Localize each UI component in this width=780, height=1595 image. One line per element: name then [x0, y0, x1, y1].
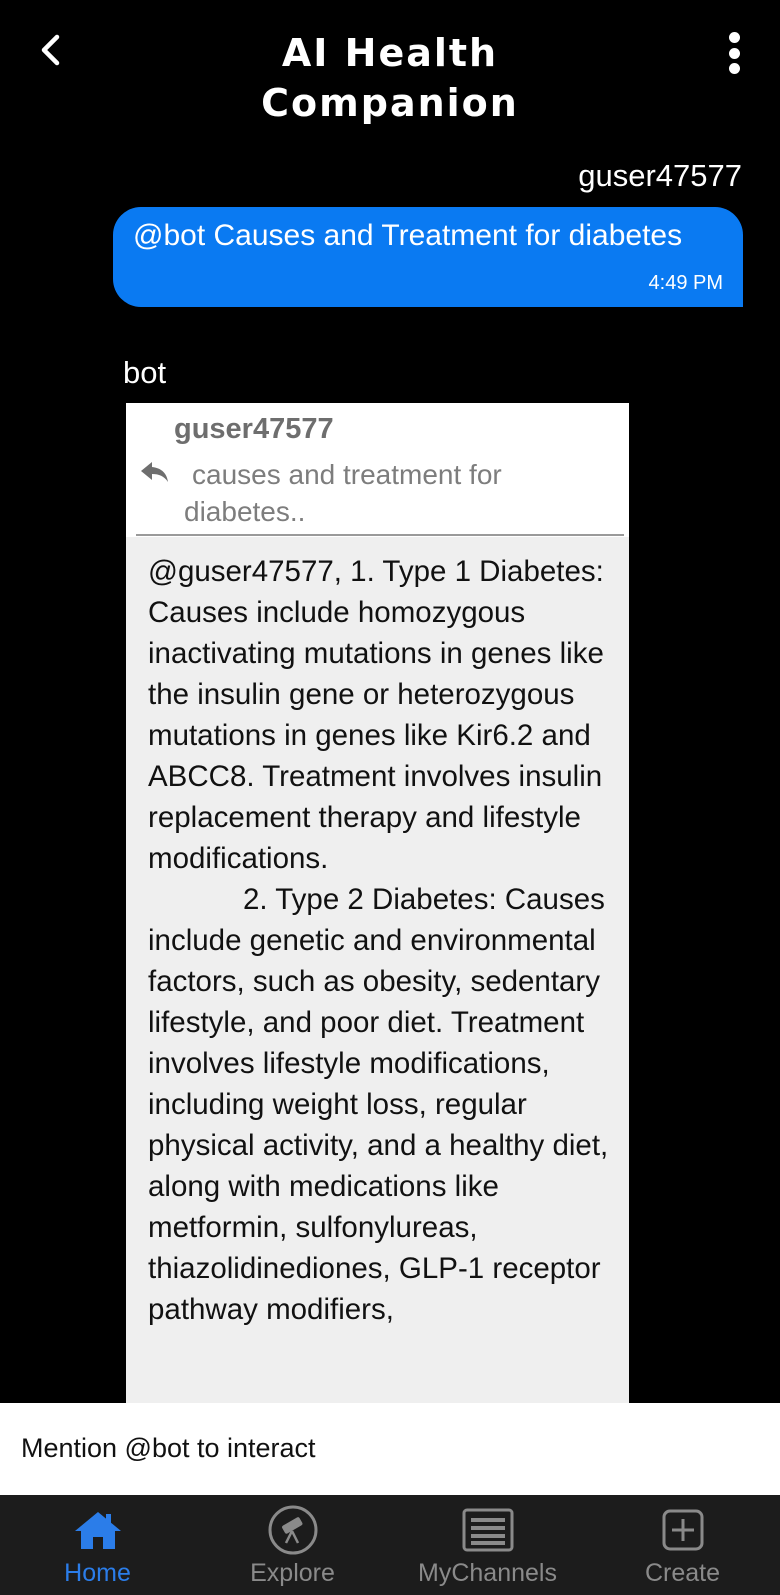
- message-timestamp: 4:49 PM: [648, 272, 723, 294]
- more-vertical-icon-dot: [728, 63, 740, 74]
- nav-home-label: Home: [64, 1559, 131, 1587]
- bottom-navigation: Home Explore MyChannels Create: [0, 1495, 780, 1595]
- quoted-message[interactable]: guser47577 causes and treatment for diab…: [126, 403, 629, 537]
- composer-placeholder: Mention @bot to interact: [21, 1433, 316, 1463]
- quoted-user-name: guser47577: [174, 413, 334, 445]
- more-options-button[interactable]: [724, 28, 744, 78]
- page-title-line-2: Companion: [261, 81, 519, 125]
- reply-icon: [141, 462, 168, 482]
- nav-explore-label: Explore: [250, 1559, 335, 1587]
- telescope-icon: [266, 1505, 320, 1555]
- bot-response-paragraph-1: @guser47577, 1. Type 1 Diabetes: Causes …: [148, 555, 604, 875]
- outgoing-sender-name: guser47577: [578, 158, 742, 193]
- nav-mychannels[interactable]: MyChannels: [390, 1495, 585, 1595]
- quoted-message-text: causes and treatment for diabetes..: [184, 459, 502, 527]
- plus-square-icon: [656, 1505, 710, 1555]
- more-vertical-icon: [728, 32, 740, 43]
- nav-home[interactable]: Home: [0, 1495, 195, 1595]
- page-title: AI Health Companion: [0, 28, 780, 128]
- list-icon: [461, 1505, 515, 1555]
- app-header: AI Health Companion: [0, 0, 780, 140]
- bot-response-text: @guser47577, 1. Type 1 Diabetes: Causes …: [148, 551, 618, 1330]
- message-composer[interactable]: Mention @bot to interact: [0, 1403, 780, 1495]
- nav-mychannels-label: MyChannels: [418, 1559, 557, 1587]
- bot-response-paragraph-2: 2. Type 2 Diabetes: Causes include genet…: [148, 883, 609, 1326]
- outgoing-message-bubble[interactable]: @bot Causes and Treatment for diabetes 4…: [113, 207, 743, 307]
- incoming-sender-name: bot: [123, 355, 167, 390]
- chat-screen: AI Health Companion guser47577 @bot Caus…: [0, 0, 780, 1595]
- nav-create-label: Create: [644, 1559, 721, 1587]
- nav-create[interactable]: Create: [585, 1495, 780, 1595]
- outgoing-message-text: @bot Causes and Treatment for diabetes: [133, 219, 683, 252]
- nav-explore[interactable]: Explore: [195, 1495, 390, 1595]
- more-vertical-icon-dot: [728, 47, 740, 59]
- incoming-message-card[interactable]: guser47577 causes and treatment for diab…: [126, 403, 629, 1403]
- quote-divider: [136, 534, 624, 536]
- page-title-line-1: AI Health: [281, 31, 499, 75]
- home-icon: [71, 1505, 125, 1555]
